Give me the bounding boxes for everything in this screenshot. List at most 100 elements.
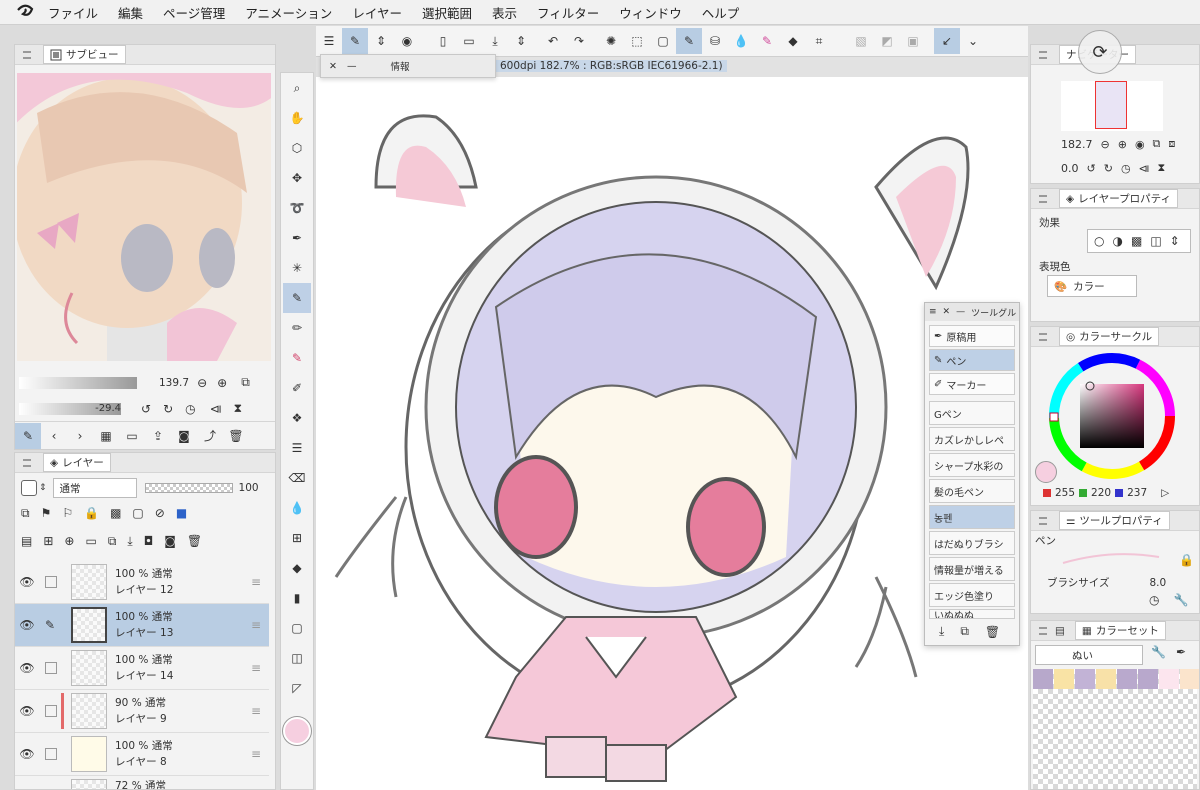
layer-row[interactable]: 👁 100 % 通常 レイヤー 14 ≡ [15,647,269,690]
tone-icon[interactable]: ▩ [1131,234,1142,248]
lasso-tool-icon[interactable]: ➰ [283,193,311,223]
brush-item[interactable]: カズレかしレペ [929,427,1015,451]
drag-handle-icon[interactable]: ≡ [251,747,261,761]
eye-icon[interactable]: 👁 [15,704,39,718]
grip-icon[interactable] [1039,626,1047,635]
group-manuscript[interactable]: ✒ 原稿用 [929,325,1015,347]
clip-icon[interactable]: ⧉ [21,506,30,521]
decoration-tool-icon[interactable]: ❖ [283,403,311,433]
color-swatch[interactable] [1138,669,1158,689]
eyedropper-tool-icon[interactable]: ✒ [283,223,311,253]
color-mode-select[interactable]: 🎨 カラー [1047,275,1137,297]
layer-color-effect-icon[interactable]: ◫ [1150,234,1161,248]
ref-select-icon[interactable]: ⚐ [62,506,73,520]
color-settings-icon[interactable]: ▷ [1161,487,1169,499]
fit-icon[interactable]: ⧉ [241,375,250,390]
snap-icon[interactable]: ↙ [934,28,960,54]
grip-icon[interactable] [1039,50,1047,59]
open-icon[interactable]: ▭ [456,28,482,54]
mask-apply-icon[interactable]: ◙ [164,534,176,548]
blend-drop-icon[interactable]: 💧 [728,28,754,54]
brush-item[interactable]: エッジ色塗り [929,583,1015,607]
layer-color-icon[interactable]: ■ [176,506,187,520]
paint-bucket-icon[interactable]: ◆ [780,28,806,54]
color-swatch[interactable] [1159,669,1179,689]
marker-icon[interactable]: ✎ [754,28,780,54]
close-icon[interactable]: ✕ [943,307,951,317]
menu-animation[interactable]: アニメーション [245,3,332,22]
flip-h-icon[interactable]: ⧏ [1139,162,1150,175]
layer-panel-icon[interactable]: ▤ [21,534,32,548]
fill-bucket-icon[interactable]: ⛁ [702,28,728,54]
color-swatch[interactable] [1075,669,1095,689]
frame-tool-icon[interactable]: ◫ [283,643,311,673]
import-icon[interactable]: ⤓ [939,624,944,639]
transform-icon[interactable]: ⌗ [806,28,832,54]
zoom-in-icon[interactable]: ⊕ [1118,138,1127,151]
layer-checkbox[interactable] [45,576,57,588]
layer-row[interactable]: 👁 90 % 通常 レイヤー 9 ≡ [15,690,269,733]
eye-icon[interactable]: 👁 [15,618,39,632]
sub-tool-icon[interactable]: ◉ [394,28,420,54]
rotate-left-icon[interactable]: ↺ [141,402,151,416]
updown-arrows-icon[interactable]: ⇕ [368,28,394,54]
trash-icon[interactable]: 🗑 [985,625,1000,639]
angle-slider[interactable]: -29.4 [19,402,121,415]
menu-filter[interactable]: フィルター [537,3,599,22]
eyedropper-icon[interactable]: ✒ [1176,645,1186,659]
brush-item[interactable]: いぬぬぬ [929,609,1015,619]
reference-icon[interactable]: ⚑ [41,506,52,520]
group-marker[interactable]: ✐ マーカー [929,373,1015,395]
duplicate-icon[interactable]: ⧉ [960,624,969,639]
updown-icon[interactable]: ⇕ [39,483,47,493]
fill-tool-icon[interactable]: ◆ [283,553,311,583]
minimize-icon[interactable]: — [956,307,965,317]
layer-row-selected[interactable]: 👁 ✎ 100 % 通常 レイヤー 13 ≡ [15,604,269,647]
history-tab-icon[interactable]: ▤ [1055,625,1065,637]
menu-file[interactable]: ファイル [48,3,98,22]
command-bar-pen-icon[interactable]: ✎ [342,28,368,54]
drag-handle-icon[interactable]: ≡ [251,575,261,589]
hue-handle[interactable] [1049,412,1059,422]
info-tab[interactable]: 情報 [390,59,409,73]
grip-icon[interactable] [23,458,31,467]
new-folder-icon[interactable]: ▭ [85,534,96,548]
grip-icon[interactable] [1039,194,1047,203]
color-set-tab[interactable]: ▦ カラーセット [1074,621,1166,640]
mask-icon[interactable]: ▢ [132,506,143,520]
brush-item[interactable]: はだぬりブラシ [929,531,1015,555]
brush-item[interactable]: シャープ水彩の [929,453,1015,477]
drag-handle-icon[interactable]: ≡ [251,704,261,718]
pen-tool-icon[interactable]: ✎ [283,283,311,313]
opacity-slider[interactable] [144,483,233,493]
undo-icon[interactable]: ↶ [540,28,566,54]
hand-tool-icon[interactable]: ✋ [283,103,311,133]
move-tool-icon[interactable]: ✥ [283,163,311,193]
loading-icon[interactable]: ✺ [598,28,624,54]
menu-help[interactable]: ヘルプ [702,3,740,22]
export-icon[interactable]: ⤴ [197,423,223,449]
color-swatch[interactable] [1033,669,1053,689]
tool-property-tab[interactable]: ⚌ ツールプロパティ [1059,511,1170,530]
reset-rotation-icon[interactable]: ◷ [1121,162,1131,175]
grip-icon[interactable] [1039,516,1047,525]
canvas-area[interactable]: 600dpi 182.7% : RGB:sRGB IEC61966-2.1) [316,57,1028,790]
actual-size-icon[interactable]: ◉ [1135,138,1145,151]
zoom-tool-icon[interactable]: ⌕ [283,73,311,103]
zoom-out-icon[interactable]: ⊖ [1101,138,1110,151]
frame-icon[interactable]: ▣ [900,28,926,54]
new-vector-layer-icon[interactable]: ⊕ [64,534,74,548]
pen-mode-icon[interactable]: ✎ [676,28,702,54]
new-raster-layer-icon[interactable]: ⊞ [43,534,53,548]
chevron-down-icon[interactable]: ⌄ [960,28,986,54]
menu-selection[interactable]: 選択範囲 [422,3,472,22]
extract-line-icon[interactable]: ◑ [1112,234,1122,248]
merge-down-icon[interactable]: ⤓ [127,534,132,549]
layer-property-tab[interactable]: ◈ レイヤープロパティ [1059,189,1179,208]
layer-color-box[interactable] [21,480,37,496]
zoom-slider[interactable] [19,376,137,389]
eye-icon[interactable]: 👁 [15,575,39,589]
eyedropper-icon[interactable]: ✎ [15,422,41,449]
trash-icon[interactable]: 🗑 [223,423,249,449]
menu-edit[interactable]: 編集 [118,3,143,22]
